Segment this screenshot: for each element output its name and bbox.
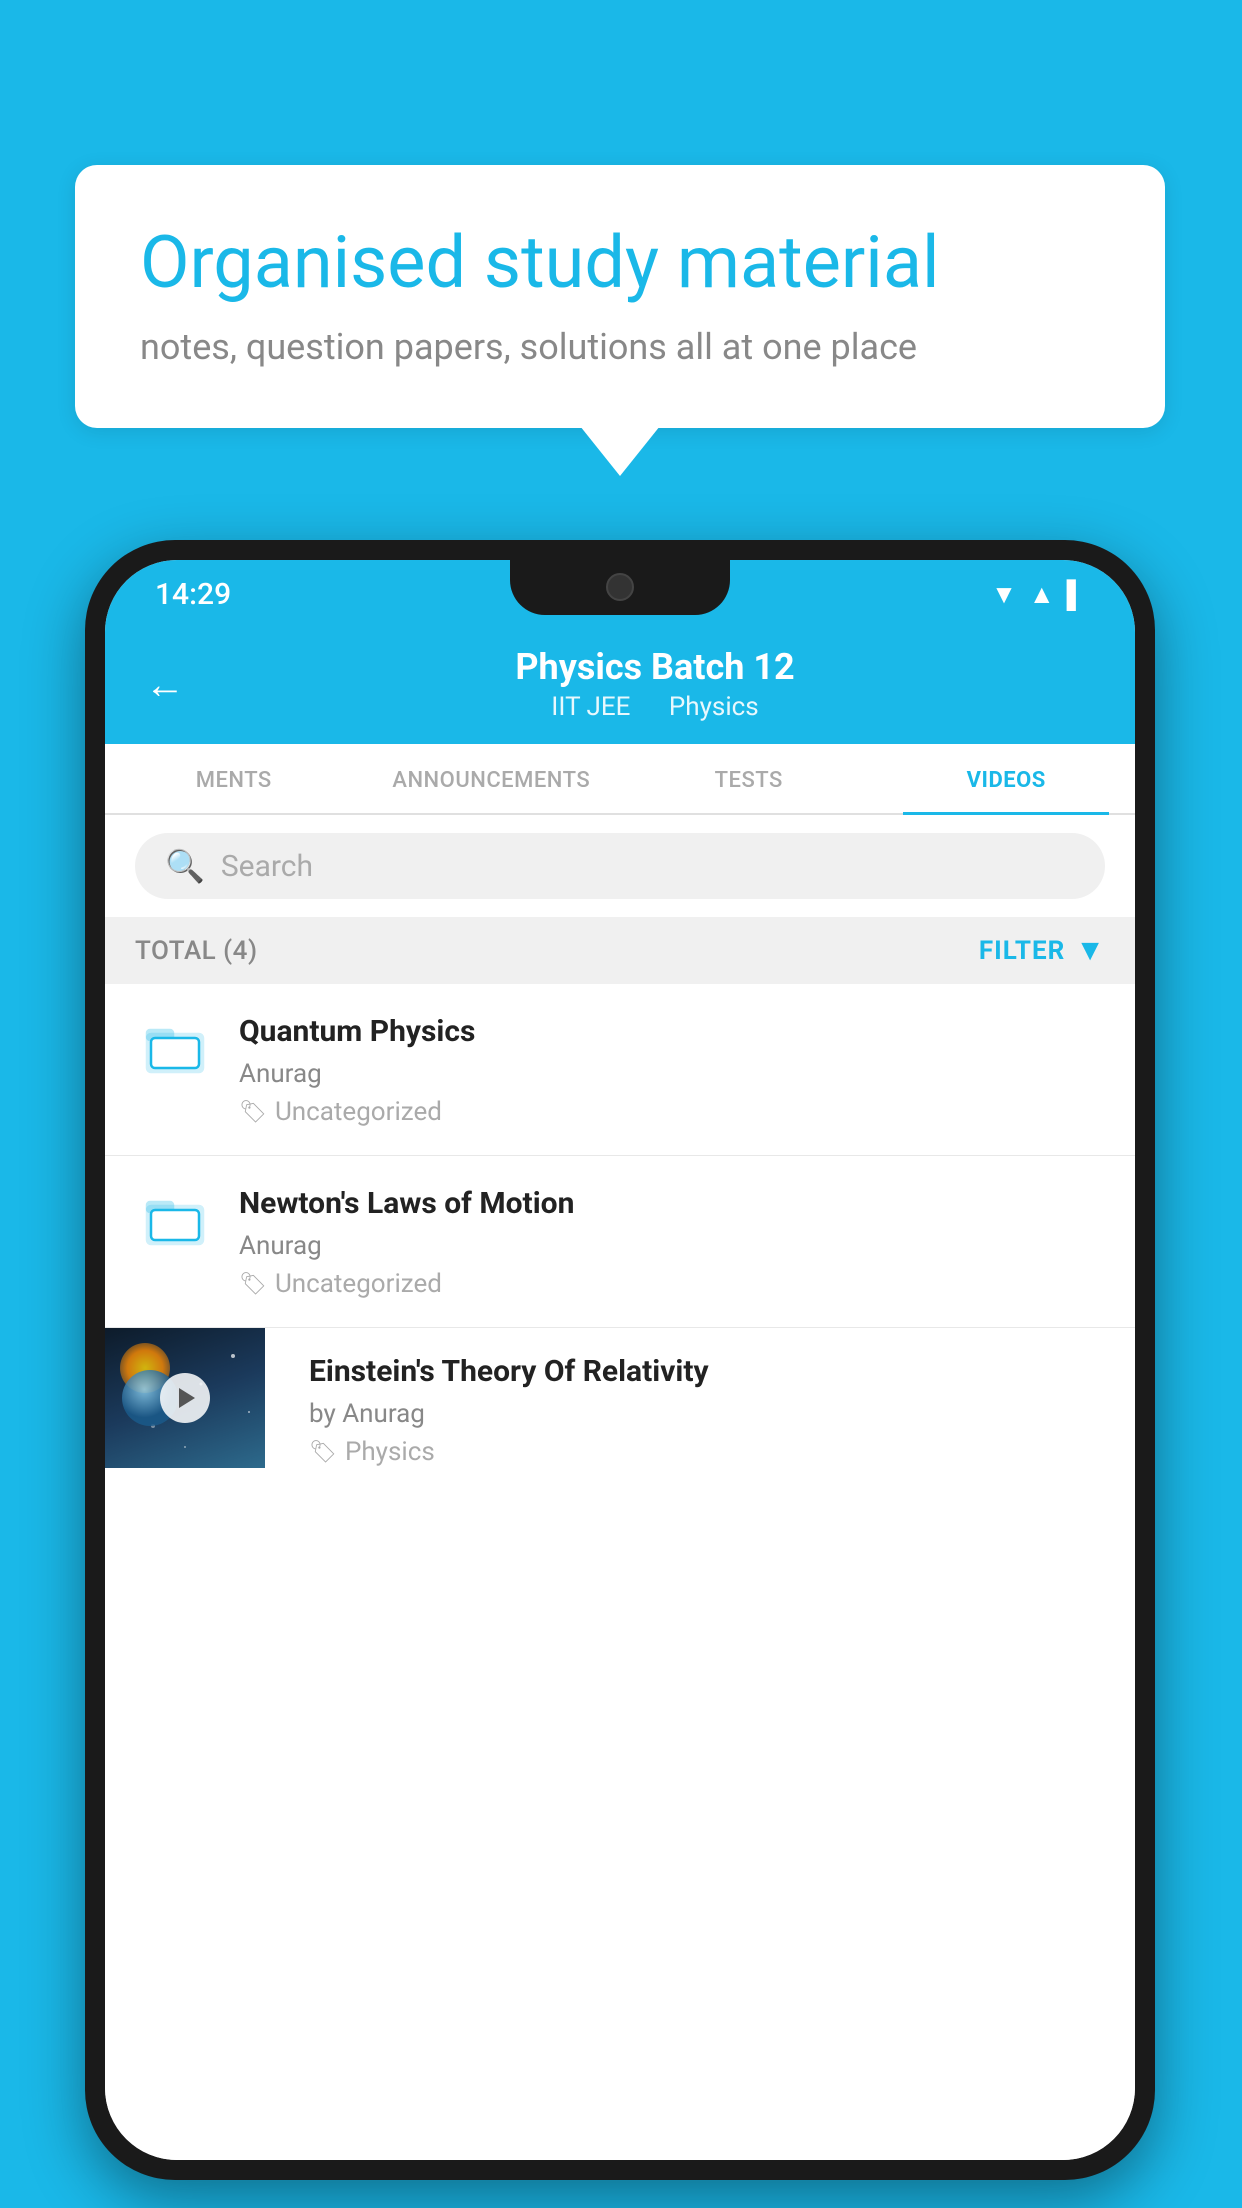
video-author-1: Anurag xyxy=(239,1059,1105,1089)
status-icons: ▼ ▲ ▌ xyxy=(991,579,1085,610)
filter-button[interactable]: FILTER ▼ xyxy=(979,933,1105,968)
phone-outer: 14:29 ▼ ▲ ▌ ← Physics Batch 12 IIT JEE P… xyxy=(85,540,1155,2180)
back-button[interactable]: ← xyxy=(145,661,185,708)
video-info-3: Einstein's Theory Of Relativity by Anura… xyxy=(289,1328,1135,1487)
video-author-3: by Anurag xyxy=(309,1399,1115,1429)
tag-text-1: Uncategorized xyxy=(275,1097,442,1127)
tab-ments[interactable]: MENTS xyxy=(105,744,363,813)
filter-bar: TOTAL (4) FILTER ▼ xyxy=(105,917,1135,984)
tabs-bar: MENTS ANNOUNCEMENTS TESTS VIDEOS xyxy=(105,744,1135,815)
tab-tests[interactable]: TESTS xyxy=(620,744,878,813)
video-item-3[interactable]: Einstein's Theory Of Relativity by Anura… xyxy=(105,1328,1135,1487)
bubble-subtitle: notes, question papers, solutions all at… xyxy=(140,326,1100,368)
play-triangle xyxy=(179,1388,195,1408)
filter-label: FILTER xyxy=(979,936,1065,966)
tab-announcements[interactable]: ANNOUNCEMENTS xyxy=(363,744,621,813)
subtitle-part1: IIT JEE xyxy=(551,692,630,722)
signal-icon: ▲ xyxy=(1029,579,1055,610)
tag-icon-3: 🏷 xyxy=(309,1440,337,1465)
bubble-title: Organised study material xyxy=(140,220,1100,306)
search-container: 🔍 Search xyxy=(105,815,1135,917)
app-header: ← Physics Batch 12 IIT JEE Physics xyxy=(105,628,1135,744)
video-tag-3: 🏷 Physics xyxy=(309,1437,1115,1467)
phone-screen: 14:29 ▼ ▲ ▌ ← Physics Batch 12 IIT JEE P… xyxy=(105,560,1135,2160)
video-tag-2: 🏷 Uncategorized xyxy=(239,1269,1105,1299)
content-list: Quantum Physics Anurag 🏷 Uncategorized xyxy=(105,984,1135,2160)
search-icon: 🔍 xyxy=(165,847,205,885)
tag-icon-1: 🏷 xyxy=(239,1100,267,1125)
header-subtitle: IIT JEE Physics xyxy=(215,692,1095,722)
thumbnail-space-bg xyxy=(105,1328,265,1468)
subtitle-part2: Physics xyxy=(669,692,759,722)
video-thumbnail-3 xyxy=(105,1328,265,1468)
header-title: Physics Batch 12 xyxy=(215,646,1095,688)
tag-text-3: Physics xyxy=(345,1437,435,1467)
video-title-3: Einstein's Theory Of Relativity xyxy=(309,1352,1115,1391)
video-info-2: Newton's Laws of Motion Anurag 🏷 Uncateg… xyxy=(239,1184,1105,1299)
tag-text-2: Uncategorized xyxy=(275,1269,442,1299)
speech-bubble: Organised study material notes, question… xyxy=(75,165,1165,428)
battery-icon: ▌ xyxy=(1067,579,1085,610)
total-count: TOTAL (4) xyxy=(135,936,258,966)
video-author-2: Anurag xyxy=(239,1231,1105,1261)
video-item-2[interactable]: Newton's Laws of Motion Anurag 🏷 Uncateg… xyxy=(105,1156,1135,1328)
video-item-1[interactable]: Quantum Physics Anurag 🏷 Uncategorized xyxy=(105,984,1135,1156)
tag-icon-2: 🏷 xyxy=(239,1272,267,1297)
video-tag-1: 🏷 Uncategorized xyxy=(239,1097,1105,1127)
video-title-2: Newton's Laws of Motion xyxy=(239,1184,1105,1223)
search-box[interactable]: 🔍 Search xyxy=(135,833,1105,899)
phone-camera xyxy=(606,573,634,601)
wifi-icon: ▼ xyxy=(991,579,1017,610)
folder-icon-1 xyxy=(135,1012,215,1076)
phone-notch xyxy=(510,560,730,615)
play-button-3[interactable] xyxy=(160,1373,210,1423)
header-title-group: Physics Batch 12 IIT JEE Physics xyxy=(215,646,1095,722)
phone-wrapper: 14:29 ▼ ▲ ▌ ← Physics Batch 12 IIT JEE P… xyxy=(85,540,1155,2180)
filter-icon: ▼ xyxy=(1075,933,1105,968)
status-time: 14:29 xyxy=(155,577,231,612)
video-info-1: Quantum Physics Anurag 🏷 Uncategorized xyxy=(239,1012,1105,1127)
tab-videos[interactable]: VIDEOS xyxy=(878,744,1136,813)
search-placeholder: Search xyxy=(221,849,313,884)
video-title-1: Quantum Physics xyxy=(239,1012,1105,1051)
folder-icon-2 xyxy=(135,1184,215,1248)
